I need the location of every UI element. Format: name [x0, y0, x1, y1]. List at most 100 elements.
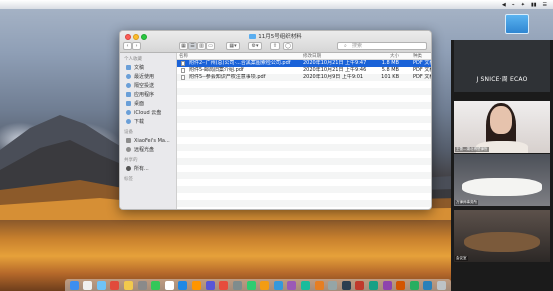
documents-icon [126, 65, 131, 70]
file-row[interactable]: 附件5-邮局旧案介绍.pdf 2020年10月21日 上午9:46 5.8 MB… [177, 67, 431, 74]
dock-app-icon[interactable] [164, 280, 174, 290]
dock-app-icon[interactable] [137, 280, 147, 290]
finder-window: 11月5号组织材料 ‹ › ▦ ☰ ▥ ▭ ▦▾ ⚙▾ ⇪ ◯ ⌕ 搜索 个人收… [119, 30, 432, 210]
search-field[interactable]: ⌕ 搜索 [337, 42, 427, 50]
sidebar-section-devices: 设备 [124, 130, 133, 135]
group-button[interactable]: ▦▾ [226, 42, 240, 50]
dock-app-icon[interactable] [124, 280, 134, 290]
action-button[interactable]: ⚙▾ [248, 42, 262, 50]
dock-app-icon[interactable] [110, 280, 120, 290]
menubar-status-item[interactable]: ▮▮ [531, 2, 537, 8]
sidebar-item-documents[interactable]: 文稿 [120, 63, 176, 72]
sidebar-item-mac[interactable]: XiaoFei's Ma... [120, 136, 176, 145]
sidebar-item-applications[interactable]: 应用程序 [120, 90, 176, 99]
sidebar-section-favorites: 个人收藏 [124, 57, 142, 62]
file-size: 101 KB [381, 74, 399, 80]
dock-app-icon[interactable] [232, 280, 242, 290]
dock-app-icon[interactable] [273, 280, 283, 290]
dock-app-icon[interactable] [369, 280, 379, 290]
video-tile-participant[interactable]: 王蕾—湖北博楚律所 [454, 101, 550, 153]
dock-app-icon[interactable] [437, 280, 447, 290]
menubar-status-item[interactable]: ☰ [543, 2, 547, 8]
file-list: 名称 修改日期 大小 种类 附件2-·广州(总)公司·...合黑案图索检公司.p… [177, 53, 431, 209]
video-tile-meeting-room[interactable]: 万律师事务所 [454, 154, 550, 206]
sidebar-item-remote-disc[interactable]: 远程光盘 [120, 145, 176, 154]
dock-app-icon[interactable] [219, 280, 229, 290]
dock-app-icon[interactable] [396, 280, 406, 290]
dock-app-icon[interactable] [328, 280, 338, 290]
dock-app-icon[interactable] [205, 280, 215, 290]
folder-icon [249, 34, 257, 39]
laptop-icon [126, 138, 131, 143]
sidebar-item-network[interactable]: 所有... [120, 164, 176, 173]
menubar-status-item[interactable]: ✦ [521, 2, 525, 8]
pdf-file-icon [181, 61, 185, 66]
dock-app-icon[interactable] [314, 280, 324, 290]
sidebar-item-downloads[interactable]: 下载 [120, 117, 176, 126]
column-header-size[interactable]: 大小 [375, 53, 399, 59]
dock-app-icon[interactable] [287, 280, 297, 290]
column-header-date[interactable]: 修改日期 [303, 53, 375, 59]
sidebar-item-icloud[interactable]: iCloud 云盘 [120, 108, 176, 117]
sidebar-item-airdrop[interactable]: 隔空投送 [120, 81, 176, 90]
dock-app-icon[interactable] [409, 280, 419, 290]
dock-app-icon[interactable] [382, 280, 392, 290]
view-columns-button[interactable]: ▥ [197, 42, 206, 50]
search-icon: ⌕ [344, 43, 347, 49]
finder-sidebar: 个人收藏 文稿 最近使用 隔空投送 应用程序 桌面 iCloud 云盘 下载 设… [120, 53, 177, 209]
view-list-button[interactable]: ☰ [188, 42, 197, 50]
dock-app-icon[interactable] [83, 280, 93, 290]
desktop-folder-icon[interactable] [505, 14, 529, 34]
participant-name: 王蕾—湖北博楚律所 [455, 147, 489, 152]
window-title-text: 11月5号组织材料 [258, 34, 302, 40]
menu-bar: ◀ ⌁ ✦ ▮▮ ☰ [0, 0, 553, 9]
dock-app-icon[interactable] [178, 280, 188, 290]
dock-app-icon[interactable] [151, 280, 161, 290]
network-icon [126, 166, 131, 171]
file-row[interactable]: 附件2-·广州(总)公司·...合黑案图索检公司.pdf 2020年10月21日… [177, 60, 431, 67]
participant-name: J SNICE·周 ECAO [476, 76, 528, 83]
column-header-kind[interactable]: 种类 [413, 53, 431, 59]
file-rows: 附件2-·广州(总)公司·...合黑案图索检公司.pdf 2020年10月21日… [177, 60, 431, 81]
icloud-icon [126, 110, 131, 115]
menubar-status-item[interactable]: ◀ [502, 2, 506, 8]
video-tile-host[interactable]: J SNICE·周 ECAO [454, 40, 550, 92]
dock-app-icon[interactable] [96, 280, 106, 290]
file-date: 2020年10月21日 上午9:46 [303, 67, 367, 73]
column-header-name[interactable]: 名称 [179, 53, 301, 59]
search-placeholder: 搜索 [352, 43, 363, 49]
dock-app-icon[interactable] [69, 280, 79, 290]
recents-icon [126, 74, 131, 79]
sidebar-section-tags: 标签 [124, 177, 133, 182]
menubar-status-item[interactable]: ⌁ [512, 2, 515, 8]
view-icons-button[interactable]: ▦ [179, 42, 188, 50]
tag-button[interactable]: ◯ [283, 42, 293, 50]
file-kind: PDF 文稿 [413, 74, 431, 80]
file-list-header: 名称 修改日期 大小 种类 [177, 53, 431, 60]
file-size: 5.8 MB [381, 67, 399, 73]
view-gallery-button[interactable]: ▭ [206, 42, 215, 50]
sidebar-item-recents[interactable]: 最近使用 [120, 72, 176, 81]
dock-app-icon[interactable] [192, 280, 202, 290]
pdf-file-icon [181, 75, 185, 80]
dock-app-icon[interactable] [355, 280, 365, 290]
share-button[interactable]: ⇪ [270, 42, 280, 50]
file-name: 附件5--参会知识产权注意事项.pdf [189, 74, 266, 80]
dock-app-icon[interactable] [423, 280, 433, 290]
dock-app-icon[interactable] [246, 280, 256, 290]
video-tile-boardroom[interactable]: 会议室 [454, 210, 550, 262]
file-row[interactable]: 附件5--参会知识产权注意事项.pdf 2020年10月9日 上午9:01 10… [177, 74, 431, 81]
dock-app-icon[interactable] [341, 280, 351, 290]
pdf-file-icon [181, 68, 185, 73]
sidebar-item-desktop[interactable]: 桌面 [120, 99, 176, 108]
back-button[interactable]: ‹ [123, 42, 132, 50]
airdrop-icon [126, 83, 131, 88]
file-date: 2020年10月21日 上午9:47 [303, 60, 367, 66]
file-kind: PDF 文稿 [413, 67, 431, 73]
file-name: 附件2-·广州(总)公司·...合黑案图索检公司.pdf [189, 60, 291, 66]
participant-face [490, 106, 512, 134]
dock-app-icon[interactable] [260, 280, 270, 290]
dock-app-icon[interactable] [300, 280, 310, 290]
forward-button[interactable]: › [132, 42, 141, 50]
boardroom-table [464, 232, 540, 252]
